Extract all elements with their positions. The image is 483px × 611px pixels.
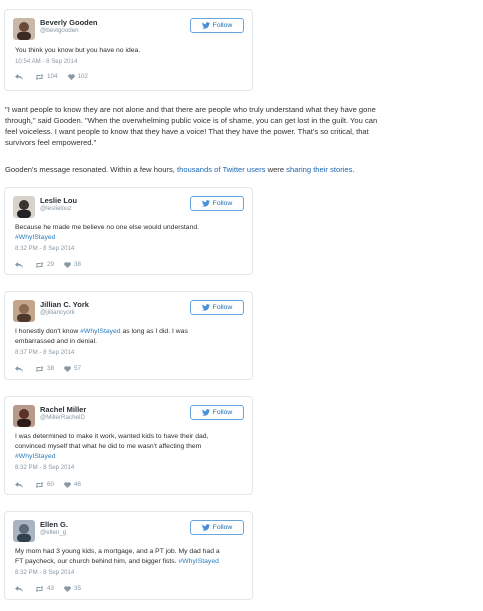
article-quote-paragraph: "I want people to know they are not alon…	[5, 104, 475, 148]
twitter-bird-icon	[201, 524, 210, 531]
heart-icon[interactable]	[67, 73, 75, 80]
avatar[interactable]	[13, 18, 35, 40]
article-line: through," said Gooden. "When the overwhe…	[5, 116, 378, 125]
retweet-icon[interactable]	[35, 481, 44, 488]
retweet-icon[interactable]	[35, 585, 44, 592]
article-line: feel voiceless. I want people to know th…	[5, 127, 369, 136]
retweet-count: 29	[47, 261, 55, 268]
tweet-author-handle[interactable]: @bevtgooden	[40, 27, 79, 34]
thousands-link[interactable]: thousands of Twitter users	[177, 165, 266, 174]
retweet-icon[interactable]	[35, 261, 44, 268]
like-count: 57	[74, 365, 82, 372]
tweet-actions: 43 35	[15, 585, 81, 592]
reply-icon[interactable]	[15, 261, 23, 268]
heart-icon[interactable]	[64, 481, 71, 488]
tweet-text: Because he made me believe no one else w…	[15, 223, 242, 243]
follow-button[interactable]: Follow	[190, 18, 244, 33]
twitter-bird-icon	[201, 200, 210, 207]
tweet-text-line: I was determined to make it work, wanted…	[15, 433, 209, 440]
follow-label: Follow	[212, 409, 233, 416]
tweet-text: My mom had 3 young kids, a mortgage, and…	[15, 547, 242, 567]
tweet-author-name[interactable]: Ellen G.	[40, 520, 68, 529]
tweet-text-fragment: I honestly don't know	[15, 328, 81, 335]
tweet-text-line: embarrassed and in denial.	[15, 338, 97, 345]
tweet-timestamp[interactable]: 10:54 AM - 8 Sep 2014	[15, 58, 77, 65]
tweet-author-name[interactable]: Jillian C. York	[40, 300, 89, 309]
retweet-count: 38	[47, 365, 55, 372]
like-count: 38	[74, 261, 82, 268]
reply-icon[interactable]	[15, 73, 23, 80]
tweet-text-line: convinced myself that what he did to me …	[15, 443, 202, 450]
article-line: "I want people to know they are not alon…	[5, 105, 376, 114]
tweet-author-name[interactable]: Leslie Lou	[40, 196, 77, 205]
follow-button[interactable]: Follow	[190, 196, 244, 211]
twitter-bird-icon	[201, 409, 210, 416]
tweet-card: Jillian C. York @jilliancyork Follow I h…	[4, 291, 253, 380]
follow-label: Follow	[212, 200, 233, 207]
hashtag-link[interactable]: #WhyIStayed	[178, 558, 218, 565]
retweet-icon[interactable]	[35, 73, 44, 80]
tweet-author-name[interactable]: Rachel Miller	[40, 405, 86, 414]
tweet-text-fragment: FT paycheck, our church behind him, and …	[15, 558, 179, 565]
tweet-text: You think you know but you have no idea.	[15, 46, 242, 56]
hashtag-link[interactable]: #WhyIStayed	[80, 328, 120, 335]
reply-icon[interactable]	[15, 481, 23, 488]
tweet-text-fragment: as long as I did. I was	[120, 328, 188, 335]
tweet-author-handle[interactable]: @jilliancyork	[40, 309, 75, 316]
tweet-card: Ellen G. @ellen_g Follow My mom had 3 yo…	[4, 511, 253, 600]
like-count: 46	[74, 481, 82, 488]
tweet-text-line: My mom had 3 young kids, a mortgage, and…	[15, 548, 220, 555]
tweet-text: I was determined to make it work, wanted…	[15, 432, 242, 462]
reply-icon[interactable]	[15, 585, 23, 592]
tweet-actions: 60 46	[15, 481, 81, 488]
tweet-text-line: Because he made me believe no one else w…	[15, 224, 200, 231]
follow-label: Follow	[212, 304, 233, 311]
tweet-timestamp[interactable]: 8:37 PM - 8 Sep 2014	[15, 349, 74, 356]
twitter-bird-icon	[201, 304, 210, 311]
article-text: .	[352, 165, 355, 174]
reply-icon[interactable]	[15, 365, 23, 372]
tweet-card: Rachel Miller @MillerRachelD Follow I wa…	[4, 396, 253, 495]
retweet-count: 43	[47, 585, 55, 592]
heart-icon[interactable]	[64, 365, 71, 372]
article-resonated-paragraph: Gooden's message resonated. Within a few…	[5, 164, 475, 175]
heart-icon[interactable]	[64, 585, 71, 592]
tweet-author-handle[interactable]: @ellen_g	[40, 529, 66, 536]
twitter-bird-icon	[201, 22, 210, 29]
avatar[interactable]	[13, 520, 35, 542]
tweet-card: Leslie Lou @leslielouz Follow Because he…	[4, 187, 253, 275]
tweet-text-line: You think you know but you have no idea.	[15, 47, 141, 54]
retweet-count: 104	[47, 73, 58, 80]
avatar[interactable]	[13, 196, 35, 218]
hashtag-link[interactable]: #WhyIStayed	[15, 233, 242, 243]
tweet-author-handle[interactable]: @MillerRachelD	[40, 414, 85, 421]
tweet-card: Beverly Gooden @bevtgooden Follow You th…	[4, 9, 253, 91]
tweet-author-handle[interactable]: @leslielouz	[40, 205, 72, 212]
like-count: 35	[74, 585, 82, 592]
hashtag-link[interactable]: #WhyIStayed	[15, 452, 242, 462]
retweet-icon[interactable]	[35, 365, 44, 372]
tweet-timestamp[interactable]: 8:32 PM - 8 Sep 2014	[15, 464, 74, 471]
tweet-timestamp[interactable]: 8:32 PM - 8 Sep 2014	[15, 569, 74, 576]
follow-label: Follow	[212, 22, 233, 29]
tweet-actions: 104 102	[15, 73, 88, 80]
article-text: were	[265, 165, 287, 174]
article-text: Gooden's message resonated. Within a few…	[5, 165, 177, 174]
follow-button[interactable]: Follow	[190, 300, 244, 315]
sharing-stories-link[interactable]: sharing their stories	[286, 165, 352, 174]
heart-icon[interactable]	[64, 261, 71, 268]
tweet-actions: 38 57	[15, 365, 81, 372]
retweet-count: 60	[47, 481, 55, 488]
tweet-text: I honestly don't know #WhyIStayed as lon…	[15, 327, 242, 347]
avatar[interactable]	[13, 300, 35, 322]
article-line: survivors feel empowered."	[5, 138, 97, 147]
like-count: 102	[77, 73, 89, 80]
follow-label: Follow	[212, 524, 233, 531]
follow-button[interactable]: Follow	[190, 405, 244, 420]
tweet-author-name[interactable]: Beverly Gooden	[40, 18, 98, 27]
tweet-timestamp[interactable]: 8:32 PM - 8 Sep 2014	[15, 245, 74, 252]
follow-button[interactable]: Follow	[190, 520, 244, 535]
avatar[interactable]	[13, 405, 35, 427]
tweet-actions: 29 38	[15, 261, 81, 268]
